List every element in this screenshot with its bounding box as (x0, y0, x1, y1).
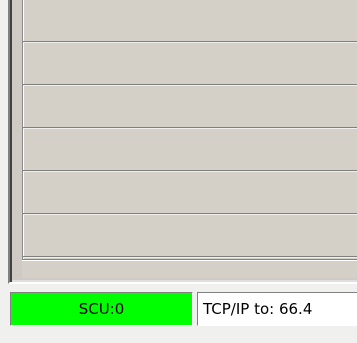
scu-status-panel: SCU:0 (10, 292, 193, 326)
data-grid-panel[interactable] (8, 0, 357, 284)
window-frame: SCU:0 TCP/IP to: 66.4 (0, 0, 357, 343)
grid-row-divider (23, 84, 357, 86)
grid-row-divider (23, 127, 357, 129)
grid-row-divider (23, 170, 357, 172)
status-bar: SCU:0 TCP/IP to: 66.4 (0, 286, 357, 343)
grid-row-divider (23, 41, 357, 43)
grid-row-divider (23, 256, 357, 258)
data-grid[interactable] (22, 0, 357, 260)
grid-row-divider (23, 213, 357, 215)
tcp-connection-panel: TCP/IP to: 66.4 (197, 292, 357, 326)
grid-horizontal-scrollbar[interactable] (22, 259, 357, 278)
